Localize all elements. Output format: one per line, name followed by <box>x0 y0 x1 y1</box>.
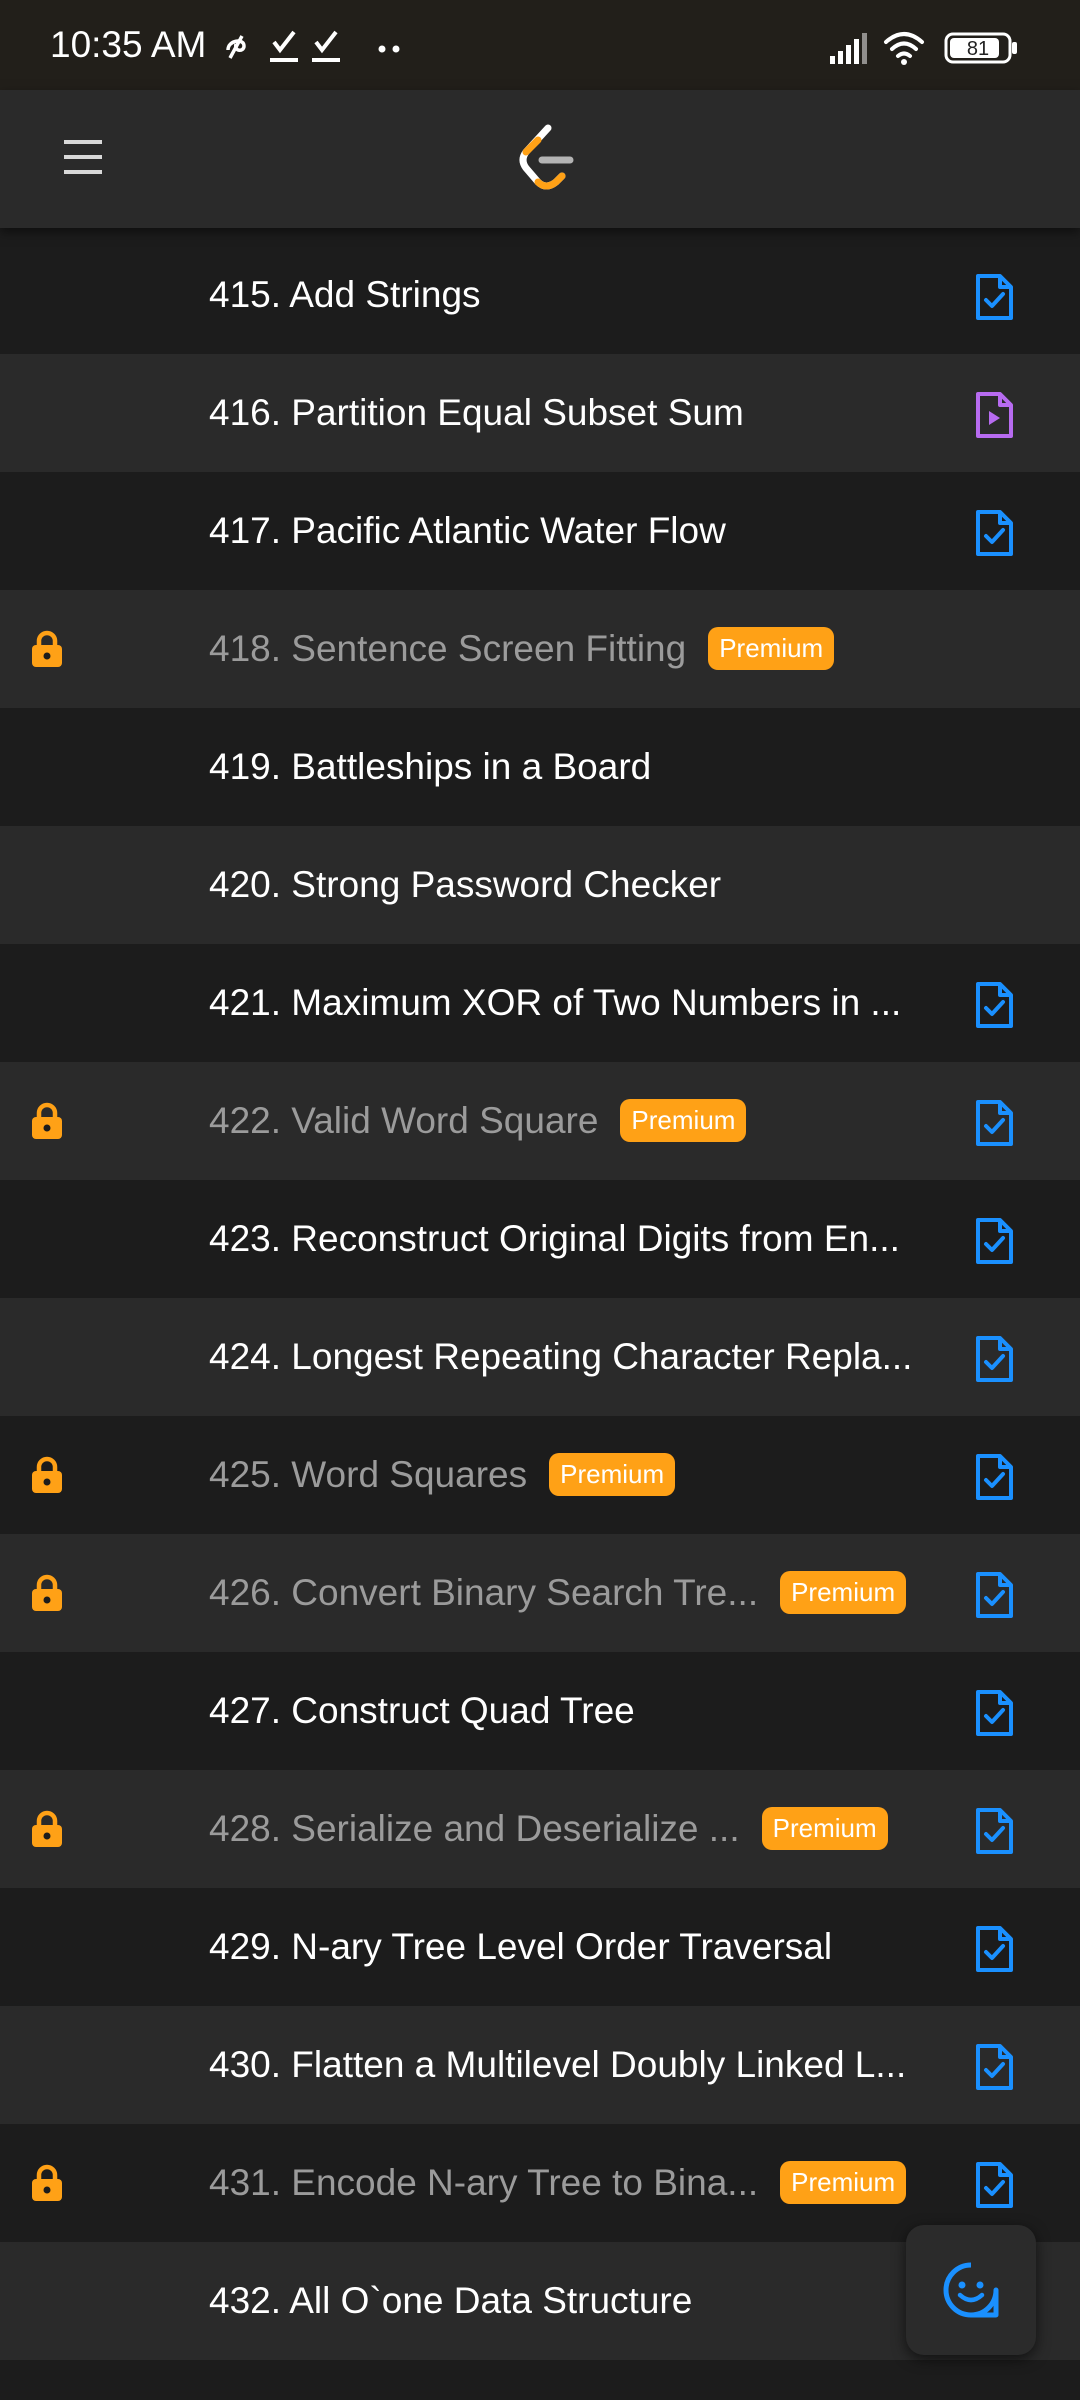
problem-row[interactable]: 419. Battleships in a Board <box>0 708 1080 826</box>
problem-title: 431. Encode N-ary Tree to Bina... <box>209 2162 759 2203</box>
status-notification-icons <box>226 30 400 62</box>
problem-row[interactable]: 421. Maximum XOR of Two Numbers in ... <box>0 944 1080 1062</box>
problem-title: 426. Convert Binary Search Tre... <box>209 1572 759 1613</box>
solution-article-icon[interactable] <box>972 1335 1016 1383</box>
problem-row[interactable]: 415. Add Strings <box>0 236 1080 354</box>
solution-article-icon[interactable] <box>972 2043 1016 2091</box>
solution-article-icon[interactable] <box>972 1571 1016 1619</box>
problem-title-line: 420. Strong Password Checker <box>209 826 721 944</box>
problem-title: 419. Battleships in a Board <box>209 746 652 787</box>
problem-row[interactable]: 420. Strong Password Checker <box>0 826 1080 944</box>
problem-row[interactable]: 422. Valid Word Square Premium <box>0 1062 1080 1180</box>
problem-row[interactable]: 416. Partition Equal Subset Sum <box>0 354 1080 472</box>
solution-article-icon[interactable] <box>972 981 1016 1029</box>
lock-icon <box>32 630 62 667</box>
feedback-button[interactable] <box>906 2225 1036 2355</box>
problem-row[interactable]: 429. N-ary Tree Level Order Traversal <box>0 1888 1080 2006</box>
status-system-icons: 81 <box>830 32 1017 65</box>
premium-badge: Premium <box>549 1452 676 1496</box>
lock-icon <box>32 1456 62 1493</box>
problem-title: 425. Word Squares <box>209 1454 528 1495</box>
problem-title: 416. Partition Equal Subset Sum <box>209 392 744 433</box>
signal-icon <box>830 33 867 64</box>
problem-row[interactable]: 418. Sentence Screen Fitting Premium <box>0 590 1080 708</box>
problem-title-line: 423. Reconstruct Original Digits from En… <box>209 1180 900 1298</box>
problem-title-line: 418. Sentence Screen Fitting Premium <box>209 590 835 708</box>
problem-title-line: 419. Battleships in a Board <box>209 708 651 826</box>
lock-icon <box>32 2164 62 2201</box>
problem-title: 424. Longest Repeating Character Repla..… <box>209 1336 913 1377</box>
leetcode-logo-icon[interactable] <box>518 124 576 192</box>
problem-title: 418. Sentence Screen Fitting <box>209 628 687 669</box>
solution-article-icon[interactable] <box>972 509 1016 557</box>
problem-title: 421. Maximum XOR of Two Numbers in ... <box>209 982 902 1023</box>
lock-icon <box>32 1574 62 1611</box>
problem-title-line: 429. N-ary Tree Level Order Traversal <box>209 1888 832 2006</box>
premium-badge: Premium <box>620 1098 747 1142</box>
problem-title-line: 432. All O`one Data Structure <box>209 2242 692 2360</box>
premium-badge: Premium <box>780 1570 907 1614</box>
app-bar <box>0 90 1080 228</box>
problem-title: 432. All O`one Data Structure <box>209 2280 693 2321</box>
problem-title-line: 416. Partition Equal Subset Sum <box>209 354 744 472</box>
solution-article-icon[interactable] <box>972 1807 1016 1855</box>
problem-row[interactable]: 426. Convert Binary Search Tre... Premium <box>0 1534 1080 1652</box>
problem-title-line: 427. Construct Quad Tree <box>209 1652 635 1770</box>
problem-row[interactable]: 425. Word Squares Premium <box>0 1416 1080 1534</box>
premium-badge: Premium <box>761 1806 888 1850</box>
problem-title-line: 425. Word Squares Premium <box>209 1416 676 1534</box>
check-icon <box>312 30 340 62</box>
solution-article-icon[interactable] <box>972 1925 1016 1973</box>
problem-title: 430. Flatten a Multilevel Doubly Linked … <box>209 2044 907 2085</box>
problem-list: 415. Add Strings 416. Partition Equal Sub… <box>0 236 1080 2360</box>
problem-row[interactable]: 431. Encode N-ary Tree to Bina... Premium <box>0 2124 1080 2242</box>
problem-title: 428. Serialize and Deserialize ... <box>209 1808 740 1849</box>
solution-article-icon[interactable] <box>972 1099 1016 1147</box>
problem-title: 415. Add Strings <box>209 274 481 315</box>
premium-badge: Premium <box>708 626 835 670</box>
wifi-icon <box>884 32 924 58</box>
problem-title-line: 426. Convert Binary Search Tre... Premium <box>209 1534 907 1652</box>
lock-icon <box>32 1810 62 1847</box>
problem-row[interactable]: 417. Pacific Atlantic Water Flow <box>0 472 1080 590</box>
problem-title: 423. Reconstruct Original Digits from En… <box>209 1218 900 1259</box>
solution-article-icon[interactable] <box>972 273 1016 321</box>
status-bar: 10:35 AM 81 <box>0 0 1080 90</box>
problem-title-line: 422. Valid Word Square Premium <box>209 1062 747 1180</box>
problem-row[interactable]: 427. Construct Quad Tree <box>0 1652 1080 1770</box>
solution-article-icon[interactable] <box>972 1453 1016 1501</box>
solution-article-icon[interactable] <box>972 1689 1016 1737</box>
solution-article-icon[interactable] <box>972 2161 1016 2209</box>
battery-icon: 81 <box>944 32 1017 64</box>
lock-icon <box>32 1102 62 1139</box>
problem-title: 417. Pacific Atlantic Water Flow <box>209 510 726 551</box>
problem-title-line: 431. Encode N-ary Tree to Bina... Premium <box>209 2124 907 2242</box>
check-icon <box>270 30 298 62</box>
problem-title: 422. Valid Word Square <box>209 1100 599 1141</box>
solution-article-icon[interactable] <box>972 1217 1016 1265</box>
problem-title-line: 430. Flatten a Multilevel Doubly Linked … <box>209 2006 906 2124</box>
problem-title: 427. Construct Quad Tree <box>209 1690 635 1731</box>
status-time: 10:35 AM <box>50 24 207 65</box>
hamburger-menu-icon[interactable] <box>60 132 110 182</box>
feedback-smiley-icon <box>943 2262 999 2318</box>
problem-title-line: 428. Serialize and Deserialize ... Premiu… <box>209 1770 888 1888</box>
problem-row[interactable]: 423. Reconstruct Original Digits from En… <box>0 1180 1080 1298</box>
problem-row[interactable]: 430. Flatten a Multilevel Doubly Linked … <box>0 2006 1080 2124</box>
more-dots-icon <box>378 45 400 53</box>
problem-title-line: 421. Maximum XOR of Two Numbers in ... <box>209 944 901 1062</box>
problem-title: 429. N-ary Tree Level Order Traversal <box>209 1926 833 1967</box>
notification-icon <box>226 35 246 59</box>
problem-title-line: 424. Longest Repeating Character Repla..… <box>209 1298 912 1416</box>
problem-title-line: 415. Add Strings <box>209 236 481 354</box>
problem-title: 420. Strong Password Checker <box>209 864 722 905</box>
problem-row[interactable]: 424. Longest Repeating Character Repla..… <box>0 1298 1080 1416</box>
premium-badge: Premium <box>780 2160 907 2204</box>
battery-level: 81 <box>967 38 989 60</box>
problem-title-line: 417. Pacific Atlantic Water Flow <box>209 472 726 590</box>
problem-row[interactable]: 428. Serialize and Deserialize ... Premiu… <box>0 1770 1080 1888</box>
video-solution-icon[interactable] <box>972 391 1016 439</box>
